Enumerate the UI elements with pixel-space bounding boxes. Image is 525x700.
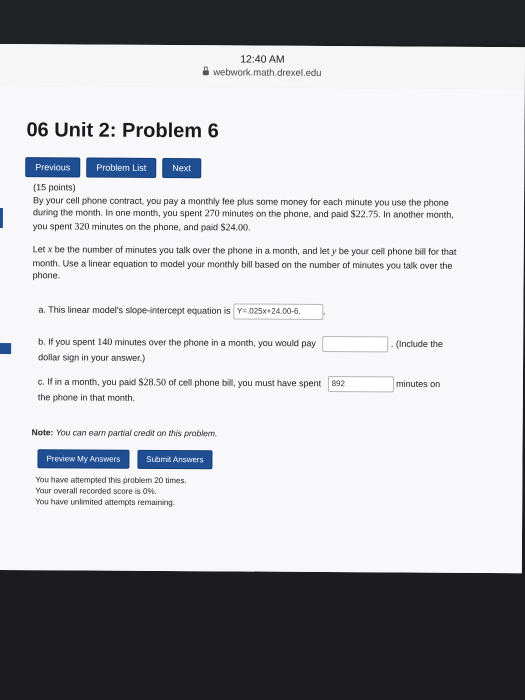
part-b: b. If you spent 140 minutes over the pho… — [38, 334, 488, 367]
definition-text: be the number of minutes you talk over t… — [52, 244, 332, 257]
statement-text: . In another month, — [378, 209, 454, 220]
recorded-score: Your overall recorded score is 0%. — [35, 486, 157, 496]
url-text: webwork.math.drexel.edu — [213, 67, 322, 79]
section-marker — [0, 207, 3, 229]
definition-text: be your cell phone bill for that — [336, 246, 457, 257]
statement-text: minutes on the phone, and paid — [219, 208, 351, 220]
address-bar[interactable]: webwork.math.drexel.edu — [0, 66, 525, 80]
part-c-instruction: minutes on — [396, 378, 441, 390]
top-bezel — [0, 0, 525, 44]
part-b-answer-input[interactable] — [322, 335, 389, 353]
previous-button[interactable]: Previous — [25, 157, 81, 178]
definition-text: phone. — [32, 270, 61, 281]
price-value: $22.75 — [350, 209, 379, 221]
problem-body: (15 points) By your cell phone contract,… — [0, 181, 524, 507]
webwork-page: 06 Unit 2: Problem 6 Previous Problem Li… — [0, 85, 525, 574]
note-text: You can earn partial credit on this prob… — [55, 427, 218, 439]
part-a-suffix: . — [323, 306, 326, 317]
points-label: (15 points) — [33, 182, 76, 193]
part-a: a. This linear model's slope-intercept e… — [38, 302, 326, 320]
statement-text: you spent — [32, 220, 75, 231]
minutes-value: 140 — [97, 336, 113, 349]
minutes-value: 320 — [74, 220, 90, 233]
definition-text: Let — [32, 244, 48, 255]
statement-text: . — [247, 222, 251, 233]
price-value: $28.50 — [138, 377, 167, 389]
statement-line: By your cell phone contract, you pay a m… — [33, 194, 449, 208]
part-b-instruction: . (Include the — [390, 338, 443, 350]
part-b-label: b. If you spent — [38, 336, 98, 347]
part-b-label: minutes over the phone in a month, you w… — [112, 337, 316, 349]
statement-text: minutes on the phone, and paid — [89, 221, 221, 232]
part-c-label: of cell phone bill, you must have spent — [165, 377, 322, 389]
lock-icon — [203, 70, 210, 76]
page-title: 06 Unit 2: Problem 6 — [26, 119, 219, 143]
attempts-remaining: You have unlimited attempts remaining. — [35, 497, 176, 508]
part-c-label: c. If in a month, you paid — [37, 376, 139, 388]
part-c-answer-input[interactable]: 892 — [327, 376, 394, 393]
device-screen: 12:40 AM webwork.math.drexel.edu 06 Unit… — [0, 44, 525, 574]
problem-statement: (15 points) By your cell phone contract,… — [33, 181, 454, 236]
partial-credit-note: Note: You can earn partial credit on thi… — [32, 427, 218, 438]
part-a-answer-input[interactable]: Y=.025x+24.00-6. — [232, 303, 324, 320]
part-c-instruction: the phone in that month. — [37, 392, 135, 403]
browser-status-bar: 12:40 AM webwork.math.drexel.edu — [0, 44, 525, 91]
part-a-label: a. This linear model's slope-intercept e… — [38, 304, 231, 316]
variable-definition: Let x be the number of minutes you talk … — [33, 243, 457, 284]
clock: 12:40 AM — [240, 53, 285, 66]
part-c: c. If in a month, you paid $28.50 of cel… — [38, 374, 488, 407]
minutes-value: 270 — [204, 208, 220, 220]
preview-answers-button[interactable]: Preview My Answers — [37, 449, 130, 469]
note-label: Note: — [31, 427, 54, 438]
submit-answers-button[interactable]: Submit Answers — [137, 449, 213, 470]
answer-actions: Preview My Answers Submit Answers — [37, 449, 213, 470]
next-button[interactable]: Next — [162, 157, 201, 179]
statement-text: during the month. In one month, you spen… — [32, 207, 205, 219]
part-b-instruction: dollar sign in your answer.) — [38, 352, 146, 363]
attempts-info: You have attempted this problem 20 times… — [35, 474, 187, 508]
price-value: $24.00 — [220, 221, 249, 234]
definition-text: month. Use a linear equation to model yo… — [32, 257, 453, 271]
focus-indicator — [0, 342, 12, 355]
problem-nav: Previous Problem List Next — [25, 157, 201, 179]
problem-list-button[interactable]: Problem List — [86, 157, 157, 178]
attempts-count: You have attempted this problem 20 times… — [35, 475, 187, 486]
